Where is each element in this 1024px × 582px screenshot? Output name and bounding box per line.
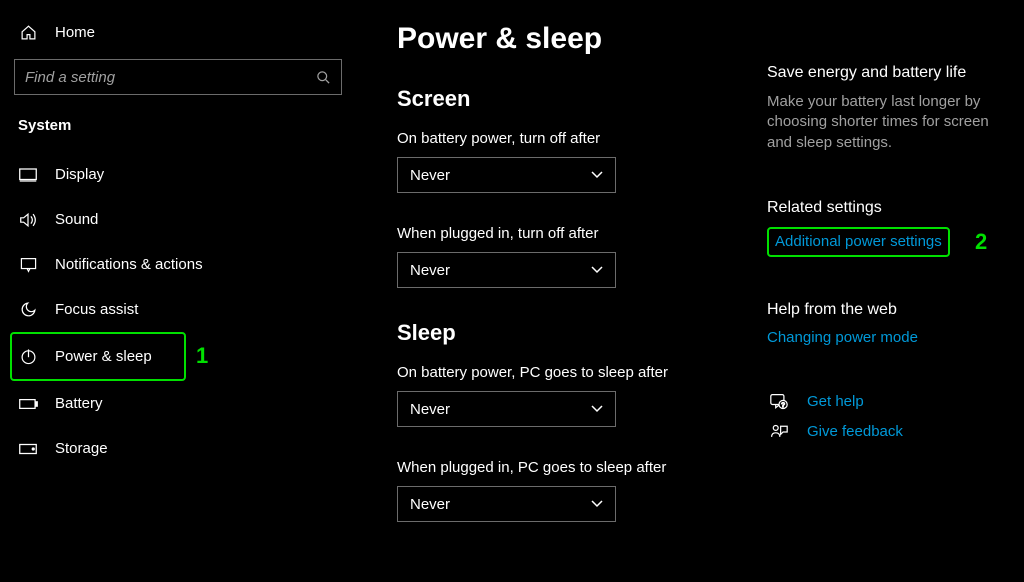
sidebar-item-sound[interactable]: Sound: [14, 197, 342, 242]
home-nav[interactable]: Home: [14, 16, 342, 55]
sleep-plugged-select[interactable]: Never: [397, 486, 616, 522]
energy-description: Make your battery last longer by choosin…: [767, 92, 1017, 153]
sleep-heading: Sleep: [397, 320, 737, 346]
power-icon: [18, 348, 38, 365]
sleep-plugged-value: Never: [410, 496, 450, 513]
notifications-icon: [18, 257, 38, 273]
screen-plugged-label: When plugged in, turn off after: [397, 225, 737, 242]
sleep-battery-value: Never: [410, 401, 450, 418]
home-icon: [18, 24, 38, 41]
give-feedback-link[interactable]: Give feedback: [767, 423, 1017, 441]
focus-assist-icon: [18, 301, 38, 318]
screen-plugged-select[interactable]: Never: [397, 252, 616, 288]
battery-icon: [18, 398, 38, 410]
screen-battery-select[interactable]: Never: [397, 157, 616, 193]
screen-battery-value: Never: [410, 167, 450, 184]
sidebar-item-display[interactable]: Display: [14, 152, 342, 197]
help-from-web-title: Help from the web: [767, 301, 1017, 319]
screen-battery-label: On battery power, turn off after: [397, 130, 737, 147]
sidebar-item-power-sleep[interactable]: Power & sleep 1: [10, 332, 186, 381]
sleep-battery-label: On battery power, PC goes to sleep after: [397, 364, 737, 381]
sidebar-item-notifications[interactable]: Notifications & actions: [14, 242, 342, 287]
energy-title: Save energy and battery life: [767, 64, 1017, 82]
chevron-down-icon: [591, 171, 603, 179]
search-input-container[interactable]: [14, 59, 342, 95]
annotation-number-1: 1: [196, 343, 208, 369]
sidebar-item-label: Power & sleep: [55, 348, 152, 365]
section-label-system: System: [14, 117, 342, 152]
sleep-plugged-label: When plugged in, PC goes to sleep after: [397, 459, 737, 476]
page-title: Power & sleep: [397, 22, 737, 56]
additional-power-settings-label: Additional power settings: [775, 233, 942, 250]
sidebar-item-label: Notifications & actions: [55, 256, 203, 273]
sidebar-item-battery[interactable]: Battery: [14, 381, 342, 426]
sidebar-item-label: Storage: [55, 440, 108, 457]
get-help-icon: ?: [767, 393, 791, 411]
annotation-number-2: 2: [975, 229, 987, 255]
sidebar-item-label: Display: [55, 166, 104, 183]
changing-power-mode-link[interactable]: Changing power mode: [767, 329, 918, 346]
additional-power-settings-link[interactable]: Additional power settings 2: [767, 227, 950, 257]
chevron-down-icon: [591, 500, 603, 508]
sidebar-item-focus-assist[interactable]: Focus assist: [14, 287, 342, 332]
get-help-label: Get help: [807, 393, 864, 410]
get-help-link[interactable]: ? Get help: [767, 393, 1017, 411]
feedback-icon: [767, 423, 791, 441]
search-input[interactable]: [25, 69, 316, 86]
related-settings-title: Related settings: [767, 199, 1017, 217]
home-label: Home: [55, 24, 95, 41]
search-icon: [316, 70, 331, 85]
sidebar-item-label: Sound: [55, 211, 98, 228]
sleep-battery-select[interactable]: Never: [397, 391, 616, 427]
sidebar-item-label: Battery: [55, 395, 103, 412]
sidebar-item-storage[interactable]: Storage: [14, 426, 342, 471]
chevron-down-icon: [591, 266, 603, 274]
screen-heading: Screen: [397, 86, 737, 112]
screen-plugged-value: Never: [410, 262, 450, 279]
chevron-down-icon: [591, 405, 603, 413]
display-icon: [18, 168, 38, 182]
give-feedback-label: Give feedback: [807, 423, 903, 440]
svg-text:?: ?: [781, 402, 785, 409]
sound-icon: [18, 212, 38, 228]
sidebar-item-label: Focus assist: [55, 301, 138, 318]
storage-icon: [18, 443, 38, 455]
